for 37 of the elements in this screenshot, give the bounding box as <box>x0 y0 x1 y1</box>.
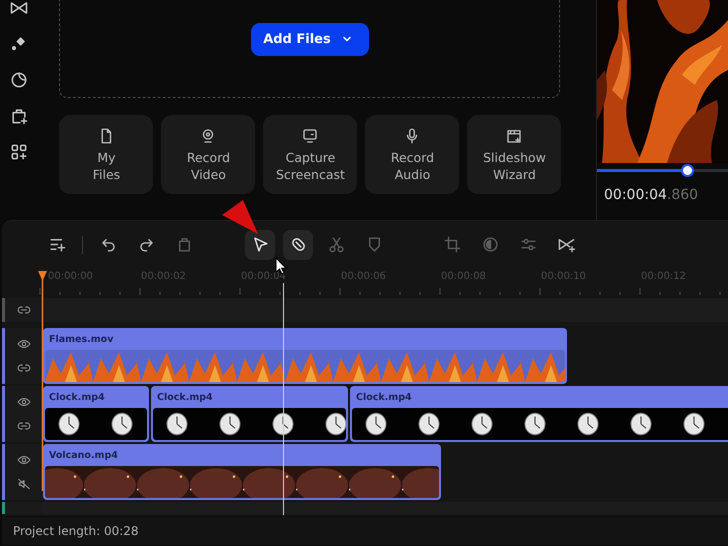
add-files-button[interactable]: Add Files <box>251 22 369 56</box>
contrast-icon <box>480 235 500 254</box>
clip-name: Clock.mp4 <box>156 391 214 406</box>
pointer-button[interactable] <box>245 230 275 260</box>
tile-label: Record Audio <box>390 148 434 182</box>
import-tile[interactable]: Record Video <box>161 115 256 194</box>
tile-label: Capture Screencast <box>276 148 345 182</box>
import-tile[interactable]: Slideshow Wizard <box>467 115 562 194</box>
video-clip[interactable]: Volcano.mp4 <box>43 444 441 500</box>
speaker-muted-icon[interactable] <box>17 477 31 492</box>
sticker-icon[interactable] <box>9 70 30 90</box>
video-clip[interactable]: Clock.mp4 <box>151 386 348 442</box>
project-length: Project length: 00:28 <box>13 524 139 538</box>
clip-name: Clock.mp4 <box>355 391 413 406</box>
grid-plus-icon[interactable] <box>9 142 30 162</box>
crop-icon <box>442 235 462 254</box>
clip-name: Volcano.mp4 <box>48 449 119 464</box>
drop-zone[interactable]: Add Files <box>59 0 560 98</box>
clip-name: Flames.mov <box>48 333 114 348</box>
seek-thumb[interactable] <box>681 164 694 177</box>
import-tile[interactable]: My Files <box>59 115 154 194</box>
import-tile[interactable]: Capture Screencast <box>263 115 358 194</box>
annotation-arrow <box>221 200 259 236</box>
playback-time: 00:00:04.860 <box>604 187 700 203</box>
video-clip[interactable]: Clock.mp4 <box>43 386 149 442</box>
tile-label: Record Video <box>186 148 230 182</box>
playhead[interactable] <box>37 269 48 491</box>
clip-name: Clock.mp4 <box>48 391 106 406</box>
tile-label: My Files <box>92 148 120 182</box>
scissors-icon <box>326 235 346 254</box>
magnet-button[interactable] <box>283 230 313 260</box>
video-clip[interactable]: Flames.mov <box>43 328 567 384</box>
import-tile[interactable]: Record Audio <box>365 115 460 194</box>
tile-label: Slideshow Wizard <box>483 148 546 182</box>
video-clip[interactable]: Clock.mp4 <box>350 386 728 442</box>
seek-slider[interactable] <box>597 164 728 177</box>
monitor-icon <box>301 126 320 144</box>
